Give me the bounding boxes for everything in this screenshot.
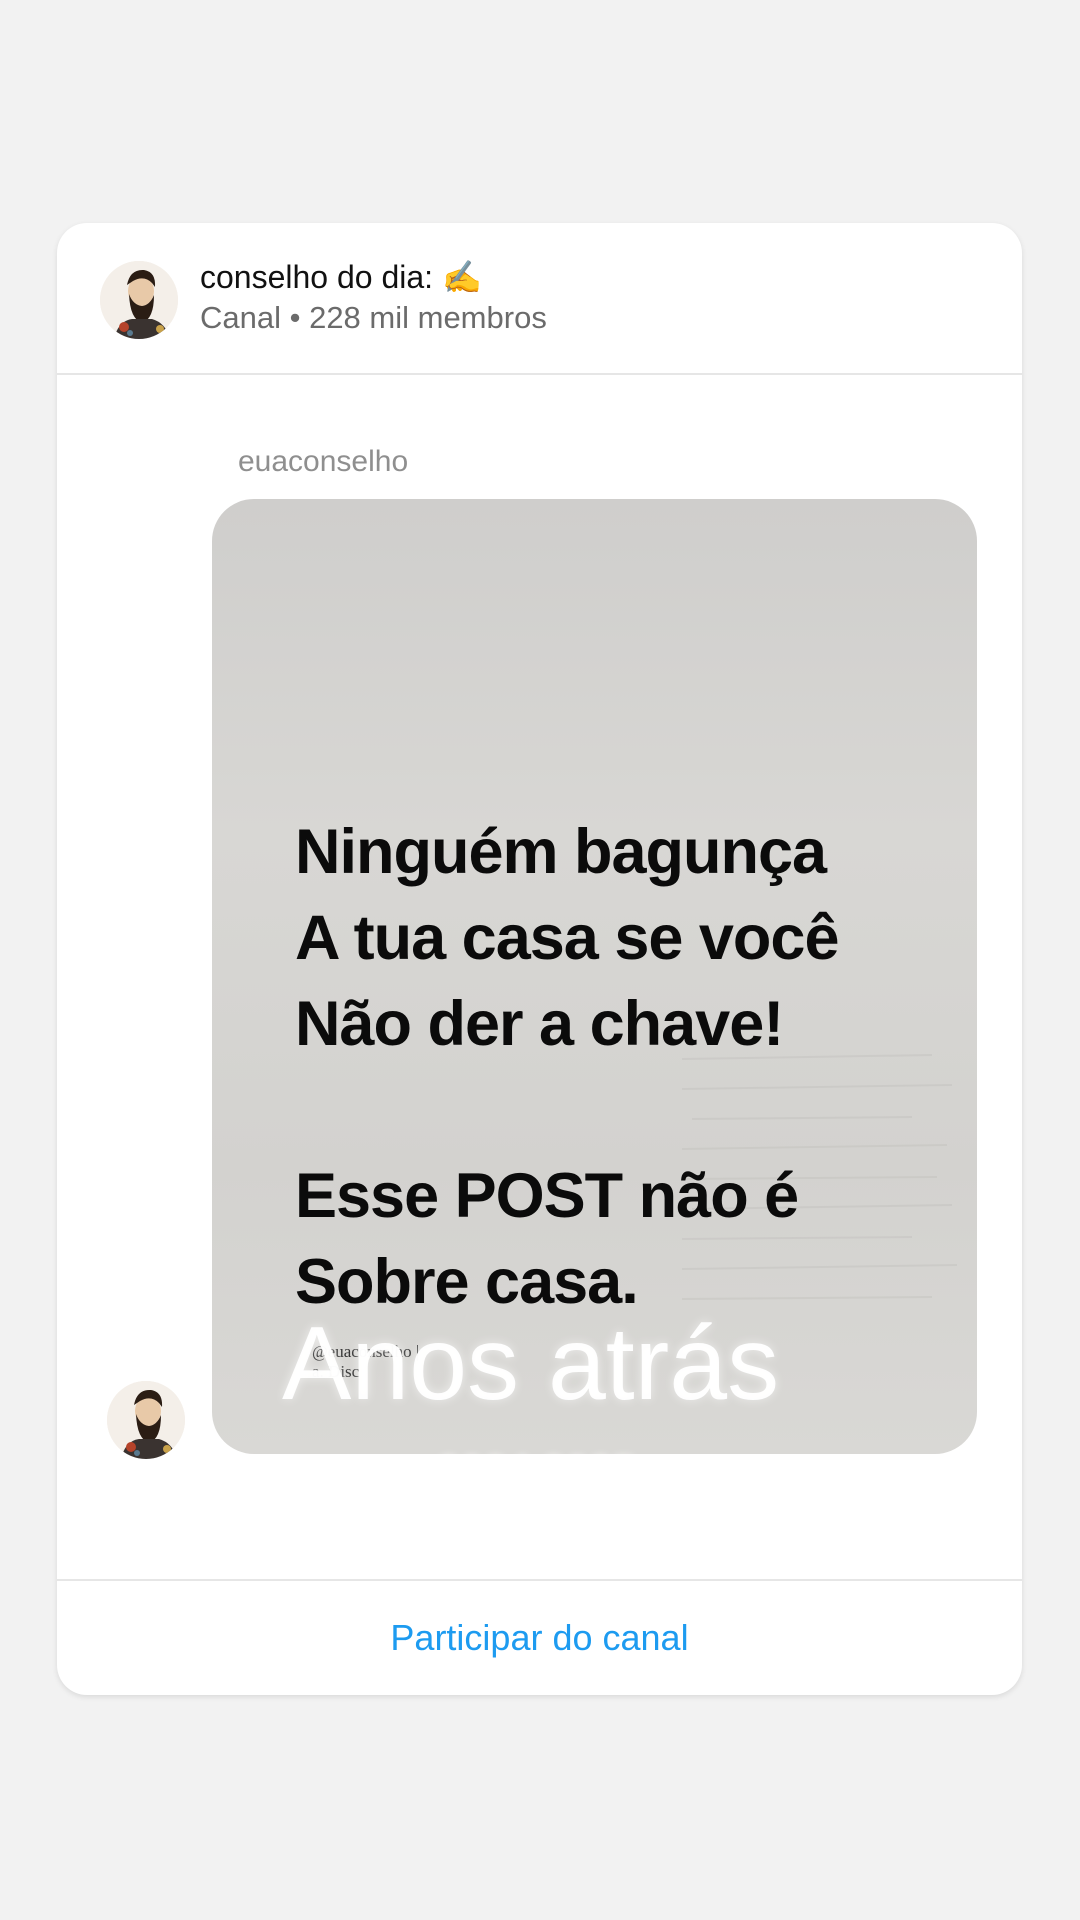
card-footer: Participar do canal (57, 1579, 1022, 1695)
post-author-avatar[interactable] (107, 1381, 185, 1459)
channel-title: conselho do dia: ✍️ (200, 259, 482, 295)
post-quote: Ninguém bagunça A tua casa se você Não d… (295, 809, 955, 1325)
bearded-man-avatar-icon (100, 261, 178, 339)
channel-avatar[interactable] (100, 261, 178, 339)
quote-line: Não der a chave! (295, 989, 784, 1059)
quote-line: Esse POST não é (295, 1161, 799, 1231)
channel-header[interactable]: conselho do dia: ✍️ Canal • 228 mil memb… (57, 223, 1022, 375)
quote-line: Ninguém bagunça (295, 817, 827, 887)
quote-line: A tua casa se você (295, 903, 840, 973)
join-channel-button[interactable]: Participar do canal (370, 1607, 708, 1669)
channel-subtitle: Canal • 228 mil membros (200, 300, 547, 335)
bearded-man-avatar-icon (107, 1381, 185, 1459)
overlay-title-text: Anos atrás (282, 1306, 780, 1422)
overlay-caption-year: 2024 2025 (437, 1447, 636, 1494)
post-author: euaconselho (238, 445, 409, 478)
